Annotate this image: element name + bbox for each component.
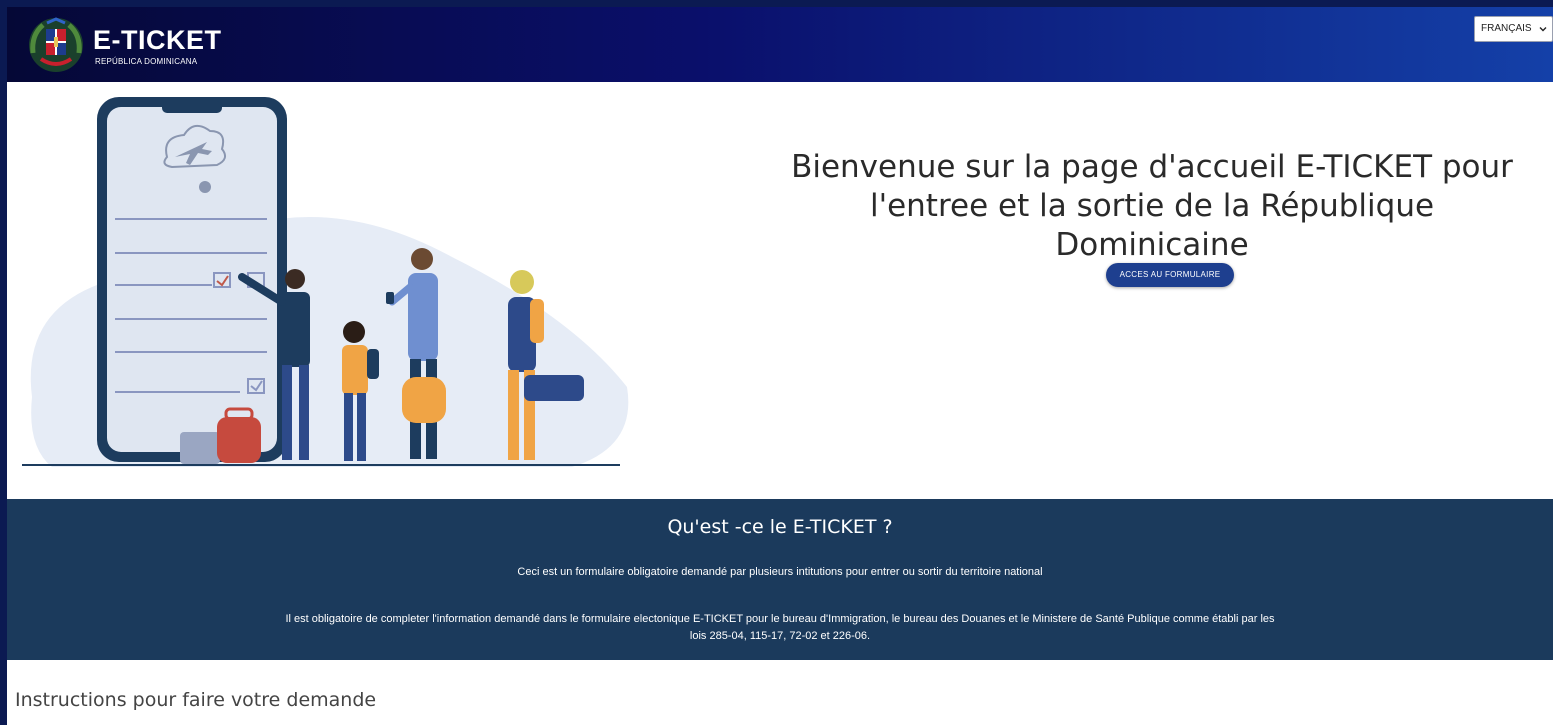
info-section: Qu'est -ce le E-TICKET ? Ceci est un for… xyxy=(7,499,1553,660)
brand-title: E-TICKET xyxy=(93,25,222,55)
access-form-button[interactable]: ACCES AU FORMULAIRE xyxy=(1106,263,1234,287)
page-frame: E-TICKET REPÚBLICA DOMINICANA FRANÇAIS B… xyxy=(7,7,1553,725)
chevron-down-icon xyxy=(1539,27,1547,32)
info-title: Qu'est -ce le E-TICKET ? xyxy=(667,516,893,538)
coat-of-arms-icon xyxy=(29,17,83,72)
info-paragraph-2: Il est obligatoire de completer l'inform… xyxy=(285,613,1275,642)
logo[interactable]: E-TICKET REPÚBLICA DOMINICANA xyxy=(25,15,225,75)
instructions-heading: Instructions pour faire votre demande xyxy=(15,689,377,711)
hero-title: Bienvenue sur la page d'accueil E-TICKET… xyxy=(791,149,1513,263)
info-paragraph-1: Ceci est un formulaire obligatoire deman… xyxy=(517,566,1043,578)
language-select-value: FRANÇAIS xyxy=(1481,23,1532,34)
header-bar: E-TICKET REPÚBLICA DOMINICANA FRANÇAIS xyxy=(7,7,1553,82)
brand-subtitle: REPÚBLICA DOMINICANA xyxy=(95,57,198,66)
language-select[interactable]: FRANÇAIS xyxy=(1474,16,1553,42)
travelers-illustration xyxy=(22,97,629,467)
